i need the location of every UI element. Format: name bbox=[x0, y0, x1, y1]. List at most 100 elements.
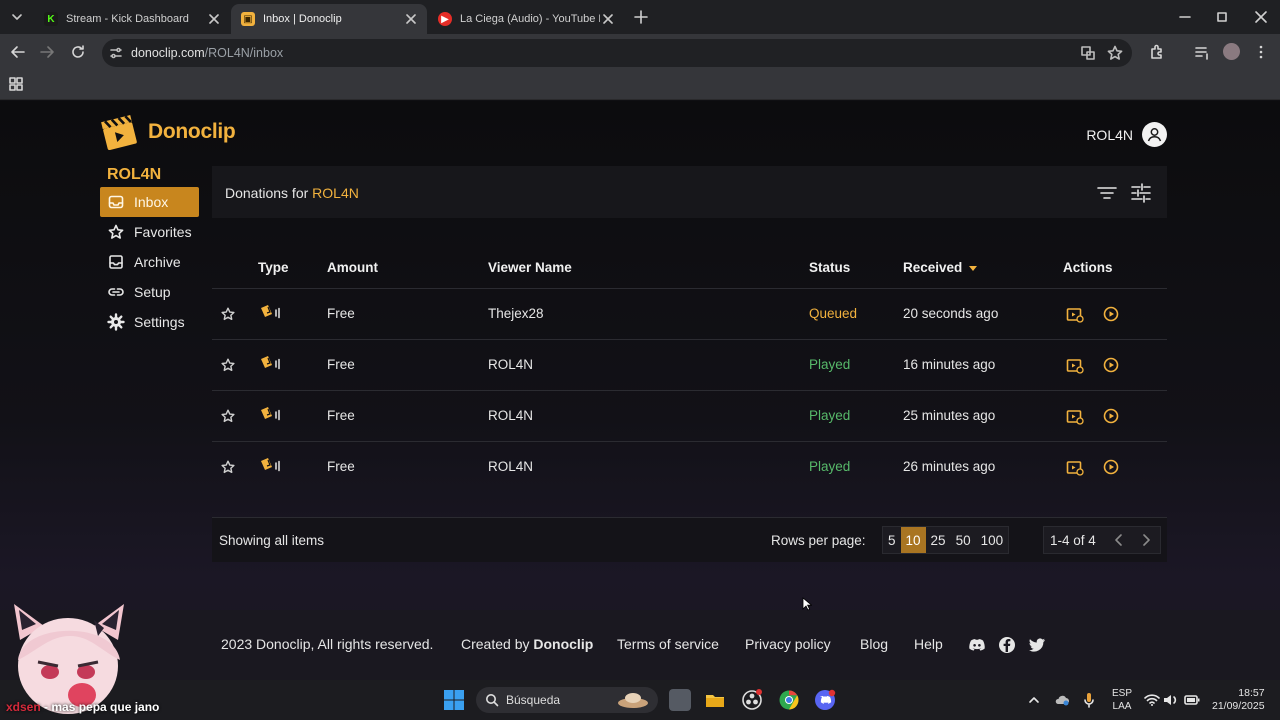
reload-icon[interactable] bbox=[69, 43, 87, 61]
bookmark-star-icon[interactable] bbox=[1106, 44, 1124, 62]
tts-audio-icon bbox=[260, 406, 282, 424]
sidebar-item-favorites[interactable]: Favorites bbox=[100, 217, 199, 247]
discord-taskbar-icon[interactable] bbox=[814, 689, 836, 711]
next-page-icon[interactable] bbox=[1139, 533, 1153, 547]
play-icon[interactable] bbox=[1103, 306, 1119, 322]
maximize-icon[interactable] bbox=[1213, 8, 1231, 26]
sidebar-item-setup[interactable]: Setup bbox=[100, 277, 199, 307]
sidebar-item-label: Favorites bbox=[134, 224, 192, 240]
sidebar-item-archive[interactable]: Archive bbox=[100, 247, 199, 277]
table-row[interactable]: Free Thejex28 Queued 20 seconds ago bbox=[212, 288, 1167, 339]
column-header-type[interactable]: Type bbox=[258, 260, 289, 275]
status-badge: Played bbox=[809, 459, 851, 474]
column-settings-icon[interactable] bbox=[1130, 182, 1152, 204]
close-window-icon[interactable] bbox=[1252, 8, 1270, 26]
cloud-icon[interactable] bbox=[1054, 692, 1070, 708]
tab-title: Stream - Kick Dashboard bbox=[66, 13, 189, 25]
input-language[interactable]: ESP LAA bbox=[1112, 687, 1132, 713]
play-icon[interactable] bbox=[1103, 357, 1119, 373]
new-tab-icon[interactable] bbox=[632, 8, 650, 26]
translate-icon[interactable] bbox=[1079, 44, 1097, 62]
cell-amount: Free bbox=[327, 459, 355, 474]
column-header-amount[interactable]: Amount bbox=[327, 260, 378, 275]
favorite-star-icon[interactable] bbox=[220, 306, 236, 322]
forward-icon[interactable] bbox=[38, 43, 56, 61]
taskbar-search[interactable]: Búsqueda bbox=[476, 687, 658, 713]
sidebar-nav: Inbox Favorites Archive Setup Settings bbox=[100, 187, 199, 337]
tab-search-chevron-icon[interactable] bbox=[6, 7, 28, 27]
replay-clip-icon[interactable] bbox=[1066, 459, 1084, 476]
rows-per-page-25[interactable]: 25 bbox=[926, 527, 951, 553]
table-row[interactable]: Free ROL4N Played 25 minutes ago bbox=[212, 390, 1167, 441]
minimize-icon[interactable] bbox=[1176, 8, 1194, 26]
rows-per-page-50[interactable]: 50 bbox=[951, 527, 976, 553]
tab-donoclip-inbox[interactable]: ▣ Inbox | Donoclip bbox=[231, 4, 427, 34]
cell-viewer-name: ROL4N bbox=[488, 459, 534, 474]
discord-icon[interactable] bbox=[968, 636, 986, 654]
replay-clip-icon[interactable] bbox=[1066, 306, 1084, 323]
facebook-icon[interactable] bbox=[998, 636, 1016, 654]
favorite-star-icon[interactable] bbox=[220, 459, 236, 475]
prev-page-icon[interactable] bbox=[1112, 533, 1126, 547]
file-explorer-icon[interactable] bbox=[704, 689, 726, 711]
replay-clip-icon[interactable] bbox=[1066, 408, 1084, 425]
volume-icon[interactable] bbox=[1163, 693, 1179, 707]
wifi-icon[interactable] bbox=[1144, 693, 1160, 707]
footer-link-help[interactable]: Help bbox=[914, 636, 943, 652]
battery-icon[interactable] bbox=[1184, 693, 1200, 707]
stream-chat-overlay: xdsen - mas pepa que jano bbox=[6, 700, 160, 714]
favorite-star-icon[interactable] bbox=[220, 357, 236, 373]
tab-close-icon[interactable] bbox=[600, 11, 616, 27]
table-row[interactable]: Free ROL4N Played 26 minutes ago bbox=[212, 441, 1167, 492]
address-bar[interactable]: donoclip.com/ROL4N/inbox bbox=[102, 39, 1132, 67]
back-icon[interactable] bbox=[9, 43, 27, 61]
account-menu[interactable]: ROL4N bbox=[1086, 122, 1167, 147]
play-icon[interactable] bbox=[1103, 408, 1119, 424]
tray-chevron-icon[interactable] bbox=[1027, 693, 1041, 707]
sidebar-item-label: Archive bbox=[134, 254, 181, 270]
tab-kick-dashboard[interactable]: K Stream - Kick Dashboard bbox=[34, 4, 230, 34]
site-info-icon[interactable] bbox=[107, 44, 125, 62]
play-icon[interactable] bbox=[1103, 459, 1119, 475]
page-title: Donations for ROL4N bbox=[225, 185, 359, 201]
rows-per-page-10[interactable]: 10 bbox=[900, 527, 926, 553]
chrome-icon[interactable] bbox=[778, 689, 800, 711]
tab-close-icon[interactable] bbox=[206, 11, 222, 27]
profile-avatar[interactable] bbox=[1223, 43, 1240, 60]
task-view-icon[interactable] bbox=[669, 689, 691, 711]
menu-dots-icon[interactable] bbox=[1252, 43, 1270, 61]
footer-link-blog[interactable]: Blog bbox=[860, 636, 888, 652]
tab-title: Inbox | Donoclip bbox=[263, 13, 342, 25]
footer-link-terms[interactable]: Terms of service bbox=[617, 636, 719, 652]
rows-per-page-5[interactable]: 5 bbox=[883, 527, 901, 553]
pager-range: 1-4 of 4 bbox=[1050, 533, 1096, 548]
sidebar-item-inbox[interactable]: Inbox bbox=[100, 187, 199, 217]
extensions-icon[interactable] bbox=[1148, 43, 1166, 61]
sidebar-item-settings[interactable]: Settings bbox=[100, 307, 199, 337]
windows-start-icon[interactable] bbox=[443, 689, 465, 711]
search-placeholder: Búsqueda bbox=[506, 693, 561, 707]
apps-grid-icon[interactable] bbox=[8, 76, 26, 94]
brand-logo[interactable]: Donoclip bbox=[100, 113, 236, 151]
status-badge: Played bbox=[809, 408, 851, 423]
twitter-icon[interactable] bbox=[1028, 636, 1046, 654]
footer-link-privacy[interactable]: Privacy policy bbox=[745, 636, 831, 652]
table-row[interactable]: Free ROL4N Played 16 minutes ago bbox=[212, 339, 1167, 390]
created-by-link[interactable]: Created by Donoclip bbox=[461, 636, 593, 652]
replay-clip-icon[interactable] bbox=[1066, 357, 1084, 374]
column-header-status[interactable]: Status bbox=[809, 260, 850, 275]
column-header-received[interactable]: Received bbox=[903, 260, 978, 275]
cell-viewer-name: ROL4N bbox=[488, 357, 534, 372]
favorite-star-icon[interactable] bbox=[220, 408, 236, 424]
cell-amount: Free bbox=[327, 408, 355, 423]
media-control-icon[interactable] bbox=[1193, 43, 1211, 61]
obs-icon[interactable] bbox=[741, 689, 763, 711]
column-header-viewer-name[interactable]: Viewer Name bbox=[488, 260, 572, 275]
system-clock[interactable]: 18:57 21/09/2025 bbox=[1212, 687, 1265, 713]
brand-name: Donoclip bbox=[148, 120, 236, 143]
rows-per-page-100[interactable]: 100 bbox=[976, 527, 1009, 553]
tab-close-icon[interactable] bbox=[403, 11, 419, 27]
microphone-icon[interactable] bbox=[1082, 692, 1096, 708]
tab-youtube-music[interactable]: ▶ La Ciega (Audio) - YouTube Mu bbox=[428, 4, 624, 34]
filter-icon[interactable] bbox=[1096, 182, 1118, 204]
